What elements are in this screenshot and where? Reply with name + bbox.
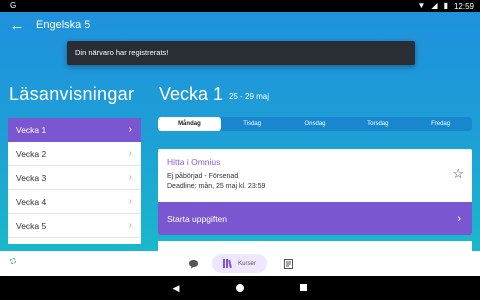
assignment-deadline: Deadline: mån, 25 maj kl. 23:59 (167, 183, 266, 190)
start-assignment-label: Starta uppgiften (167, 213, 228, 224)
snackbar: Din närvaro har registrerats! (67, 41, 415, 65)
wifi-icon: ▼ (417, 1, 426, 10)
assignment-card: Hitta i Omnius Ej påbörjad - Försenad De… (158, 149, 472, 235)
android-home-icon[interactable] (234, 282, 246, 294)
start-assignment-button[interactable]: Starta uppgiften › (158, 202, 472, 235)
week-item-1[interactable]: Vecka 1 › (8, 118, 141, 142)
app-bar: ← Engelska 5 (0, 12, 480, 40)
chevron-right-icon: › (128, 220, 132, 231)
week-item-2[interactable]: Vecka 2 › (8, 142, 141, 166)
chevron-right-icon: › (128, 196, 132, 207)
assignment-link[interactable]: Hitta i Omnius (167, 157, 220, 167)
week-item-label: Vecka 4 (16, 196, 47, 207)
chevron-right-icon: › (457, 212, 461, 225)
courses-nav-label: Kurser (238, 260, 256, 267)
tab-onsdag[interactable]: Onsdag (284, 117, 347, 131)
tab-tisdag[interactable]: Tisdag (221, 117, 284, 131)
tab-mandag[interactable]: Måndag (158, 117, 221, 131)
library-books-icon (223, 259, 232, 268)
week-item-3[interactable]: Vecka 3 › (8, 166, 141, 190)
week-item-5[interactable]: Vecka 5 › (8, 214, 141, 238)
notes-nav-button[interactable] (280, 254, 296, 273)
tab-fredag[interactable]: Fredag (409, 117, 472, 131)
status-bar: G ▼ ◢ ▮ 12:59 (0, 0, 480, 12)
signal-icon: ◢ (431, 1, 438, 10)
notification-icon: G (10, 1, 17, 10)
star-outline-icon[interactable]: ☆ (452, 166, 464, 182)
week-item-4[interactable]: Vecka 4 › (8, 190, 141, 214)
bottom-navigation: Kurser (0, 251, 480, 276)
tab-torsdag[interactable]: Torsdag (346, 117, 409, 131)
battery-icon: ▮ (443, 1, 448, 10)
chevron-right-icon: › (128, 124, 132, 135)
day-tabs: Måndag Tisdag Onsdag Torsdag Fredag (158, 117, 472, 131)
chat-nav-button[interactable] (184, 254, 202, 273)
date-range: 25 - 29 maj (229, 92, 270, 101)
courses-nav-button[interactable]: Kurser (212, 254, 267, 273)
chat-bubble-icon (188, 259, 198, 268)
app-title: Engelska 5 (36, 19, 91, 31)
next-card-peek (158, 241, 472, 251)
system-navigation-bar: ◀ (0, 276, 480, 300)
clock-text: 12:59 (453, 1, 474, 11)
week-item-label: Vecka 2 (16, 148, 47, 159)
week-list: Vecka 1 › Vecka 2 › Vecka 3 › Vecka 4 › … (8, 118, 141, 244)
week-item-label: Vecka 1 (16, 124, 47, 135)
week-item-label: Vecka 5 (16, 220, 47, 231)
assignment-status: Ej påbörjad - Försenad (167, 173, 239, 180)
back-arrow-icon[interactable]: ← (8, 17, 26, 35)
notes-icon (283, 258, 293, 269)
week-item-label: Vecka 3 (16, 172, 47, 183)
sidebar-title: Läsanvisningar (9, 84, 135, 104)
week-title: Vecka 1 (159, 84, 224, 104)
chevron-right-icon: › (128, 172, 132, 183)
chevron-right-icon: › (128, 148, 132, 159)
sync-indicator-icon (10, 258, 16, 264)
android-recents-icon[interactable] (297, 282, 309, 294)
android-back-icon[interactable]: ◀ (170, 282, 182, 294)
